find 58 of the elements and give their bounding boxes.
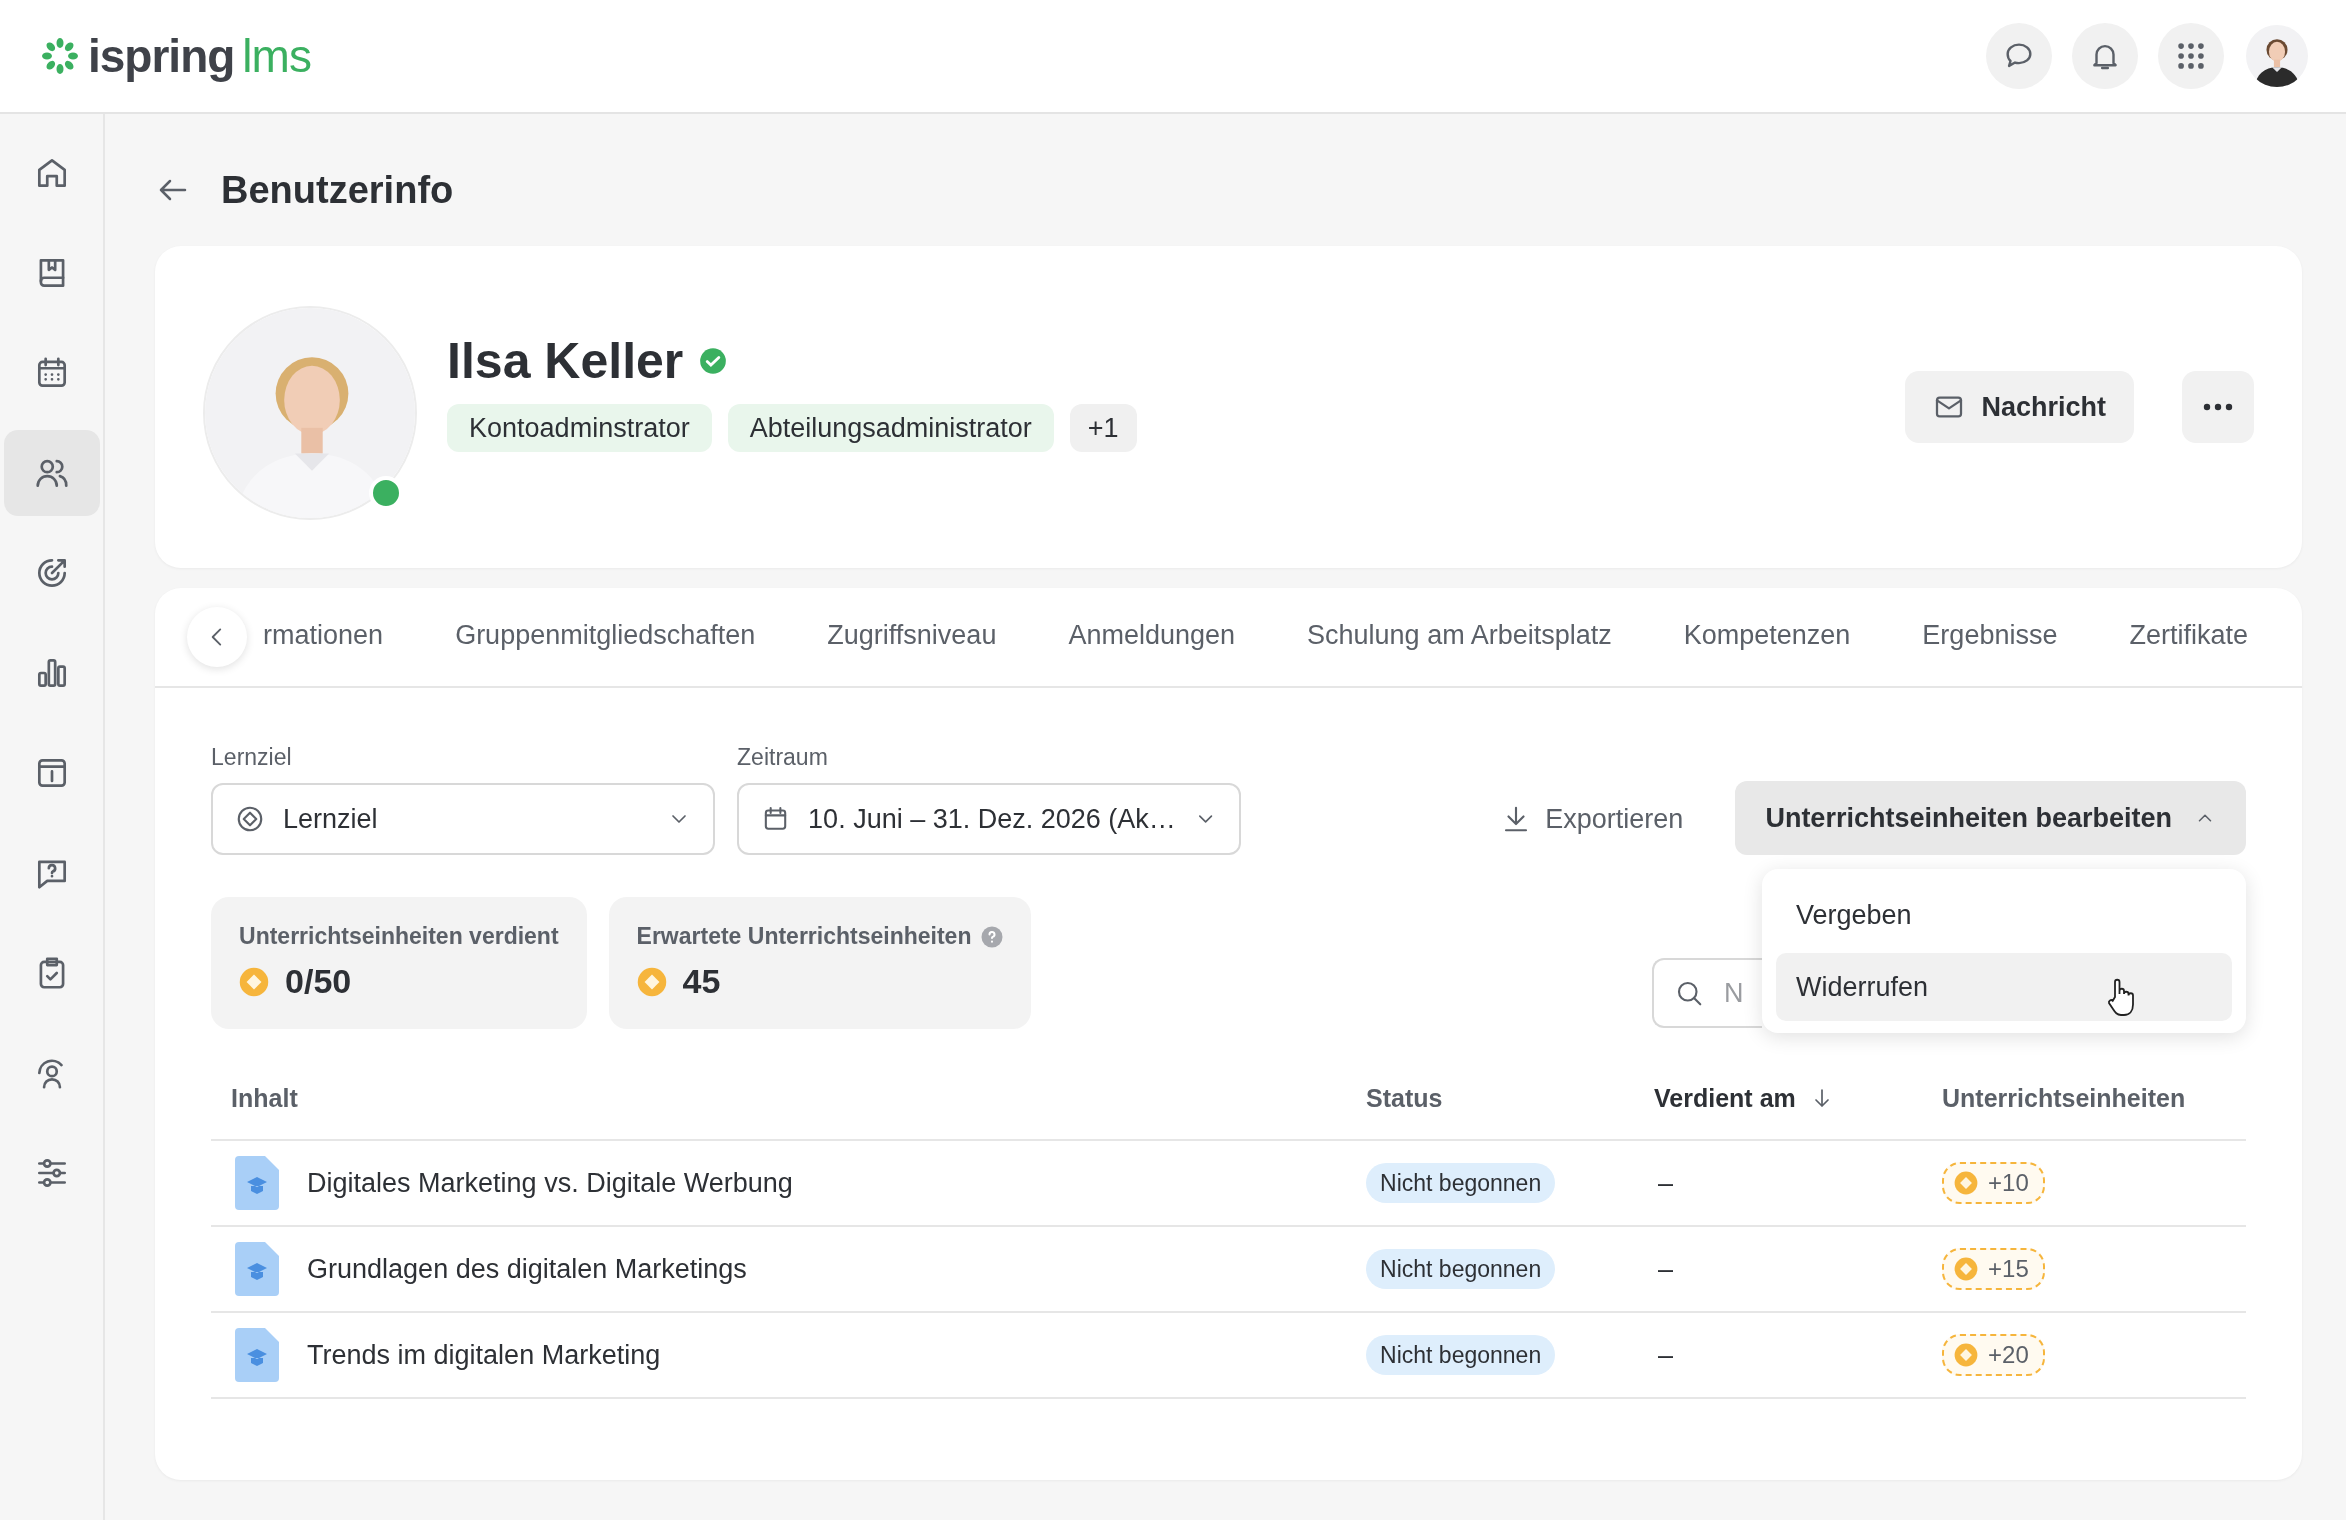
units-badge: +20 <box>1942 1334 2045 1376</box>
logo-text: lms <box>242 29 311 83</box>
field-label: Lernziel <box>211 744 293 771</box>
tab[interactable]: Anmeldungen <box>1068 589 1236 685</box>
role-tag: Abteilungsadministrator <box>727 404 1054 452</box>
stat-value: 0/50 <box>285 962 352 1001</box>
coin-icon <box>1954 1343 1979 1367</box>
document-icon <box>235 1156 280 1210</box>
coin-icon <box>1954 1257 1979 1281</box>
more-icon <box>2203 403 2233 411</box>
content-title[interactable]: Grundlagen des digitalen Marketings <box>307 1253 747 1285</box>
role-tag: Kontoadminstrator <box>447 404 712 452</box>
export-button[interactable]: Exportieren <box>1471 783 1714 855</box>
table-cell-text: – <box>1657 1253 1674 1284</box>
tab[interactable]: Zugriffsniveau <box>827 589 997 685</box>
flower-icon <box>40 36 80 76</box>
sidebar-item[interactable] <box>3 430 100 516</box>
document-icon <box>235 1242 280 1296</box>
status-badge: Nicht begonnen <box>1366 1163 1556 1203</box>
search-field[interactable]: N <box>1652 958 1762 1028</box>
content-title[interactable]: Digitales Marketing vs. Digitale Werbung <box>307 1167 793 1199</box>
coin-icon <box>1954 1171 1979 1195</box>
tab[interactable]: Zertifikate <box>2129 589 2248 685</box>
table-cell-text: – <box>1657 1339 1674 1370</box>
hand-cursor-icon <box>2106 977 2136 1017</box>
more-roles-tag[interactable]: +1 <box>1069 404 1137 452</box>
document-icon <box>235 1328 280 1382</box>
logo[interactable]: ispring lms <box>40 29 311 83</box>
status-badge: Nicht begonnen <box>1366 1249 1556 1289</box>
column-header[interactable]: Verdient am <box>1654 1083 1796 1113</box>
column-header: Unterrichtseinheiten <box>1942 1083 2186 1113</box>
tab[interactable]: Ergebnisse <box>1922 589 2058 685</box>
table-cell-text: – <box>1657 1167 1674 1198</box>
stat-label: Erwartete Unterrichtseinheiten <box>636 923 972 950</box>
stat-value: 45 <box>682 962 721 1001</box>
status-badge: Nicht begonnen <box>1366 1335 1556 1375</box>
tab[interactable]: Gruppenmitgliedschaften <box>455 589 756 685</box>
units-badge: +15 <box>1942 1248 2045 1290</box>
column-header: Status <box>1366 1083 1443 1113</box>
message-button[interactable]: Nachricht <box>1905 371 2134 443</box>
menu-item[interactable]: Vergeben <box>1776 881 2232 949</box>
content-title[interactable]: Trends im digitalen Marketing <box>307 1339 661 1371</box>
units-badge: +10 <box>1942 1162 2045 1204</box>
stat-label: Unterrichtseinheiten verdient <box>239 923 559 950</box>
column-header: Inhalt <box>231 1083 298 1113</box>
field-label: Zeitraum <box>737 744 829 771</box>
period-dropdown[interactable]: 10. Juni – 31. Dez. 2026 (Ak… <box>737 783 1242 855</box>
coin-icon <box>239 966 270 997</box>
edit-units-button[interactable]: Unterrichtseinheiten bearbeiten <box>1735 781 2246 855</box>
tab[interactable]: Kompetenzen <box>1683 589 1851 685</box>
page-title: Benutzerinfo <box>221 168 454 212</box>
tab[interactable]: rmationen <box>263 589 384 685</box>
logo-text: ispring <box>88 29 235 83</box>
tab[interactable]: Schulung am Arbeitsplatz <box>1307 589 1612 685</box>
coin-icon <box>636 966 667 997</box>
goal-dropdown[interactable]: Lernziel <box>211 783 716 855</box>
user-name: Ilsa Keller <box>447 332 684 390</box>
menu-item[interactable]: Widerrufen <box>1776 953 2232 1021</box>
